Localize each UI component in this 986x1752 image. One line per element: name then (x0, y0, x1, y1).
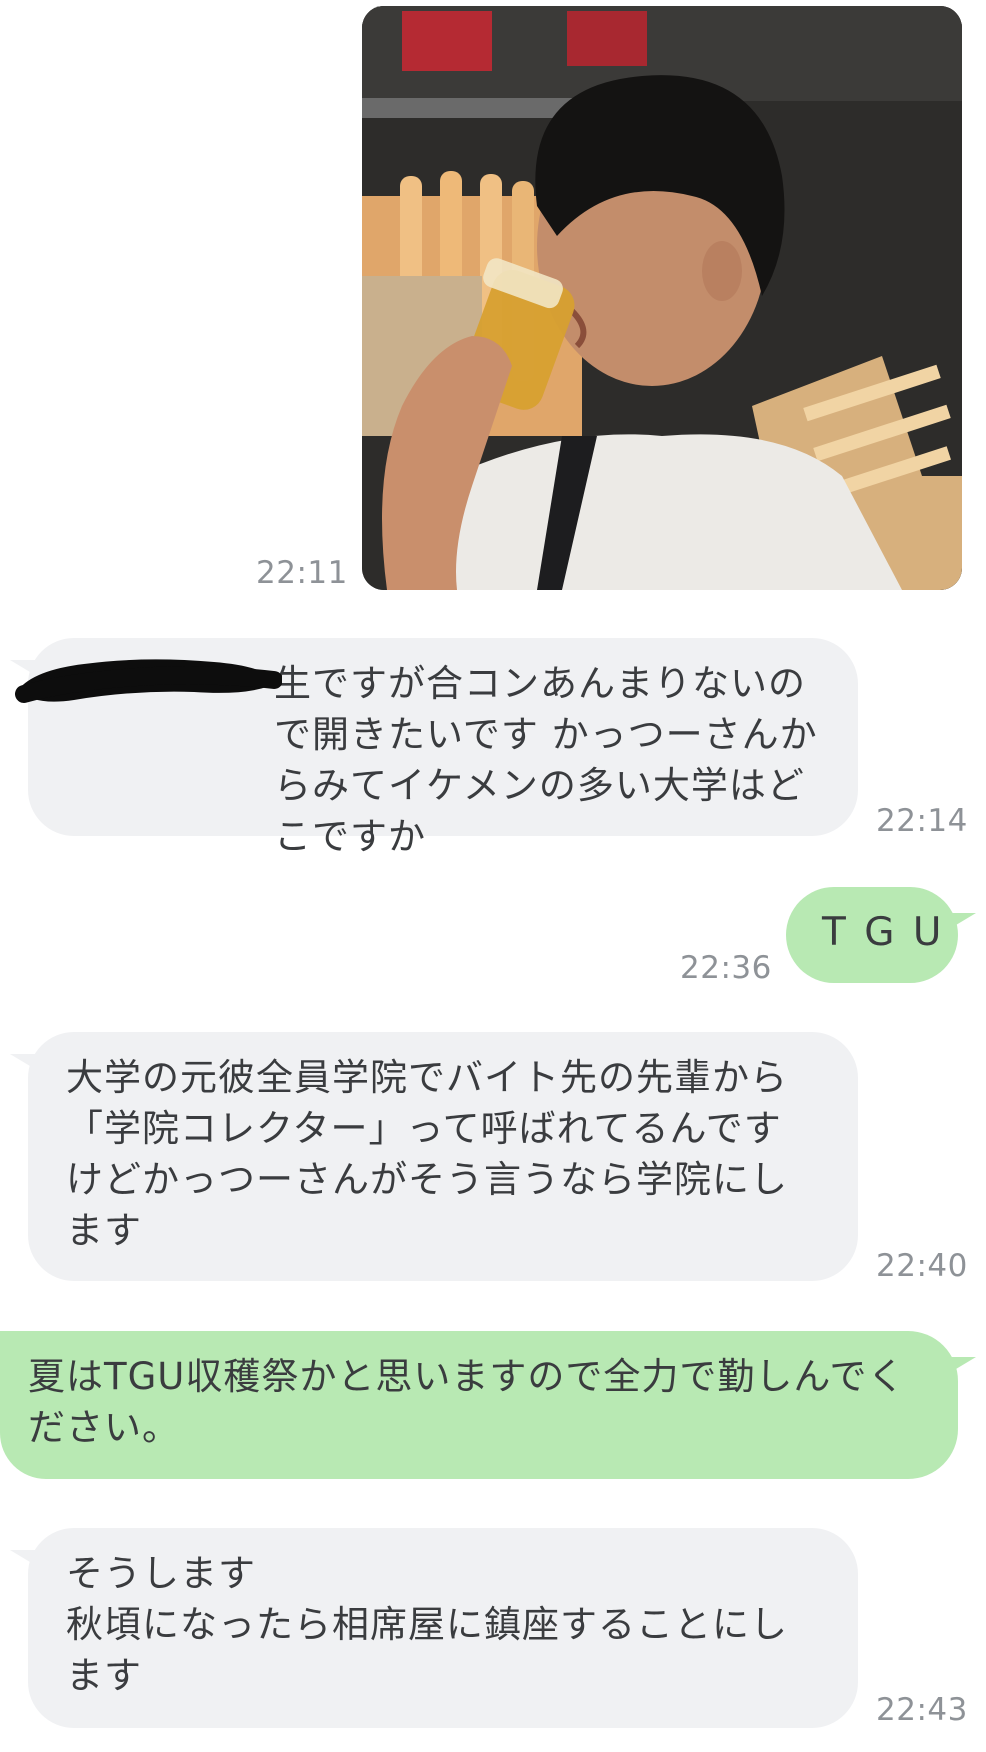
message-text: T G U (822, 910, 945, 955)
redaction-scribble (15, 659, 282, 703)
timestamp: 22:36 (680, 950, 772, 986)
message-photo[interactable] (362, 6, 962, 590)
photo-image (362, 6, 962, 590)
timestamp: 22:43 (876, 1692, 968, 1728)
timestamp: 22:14 (876, 803, 968, 839)
chat-thread: 22:11 生ですが合コンあんまりないので開きたいです かっつーさんからみてイケ… (0, 0, 986, 1752)
incoming-message[interactable]: 大学の元彼全員学院でバイト先の先輩から「学院コレクター」って呼ばれてるんですけど… (10, 1032, 858, 1281)
timestamp: 22:40 (876, 1248, 968, 1284)
outgoing-message[interactable]: T G U (786, 887, 976, 983)
message-text: そうします 秋頃になったら相席屋に鎮座することにします (66, 1552, 788, 1697)
message-text: 夏はTGU収穫祭かと思いますので全力で勤しんでください。 (28, 1355, 906, 1449)
message-text-content: 生ですが合コンあんまりないので開きたいです かっつーさんからみてイケメンの多い大… (274, 662, 818, 858)
timestamp: 22:11 (256, 555, 348, 591)
incoming-message[interactable]: そうします 秋頃になったら相席屋に鎮座することにします (10, 1528, 858, 1728)
message-text: 大学の元彼全員学院でバイト先の先輩から「学院コレクター」って呼ばれてるんですけど… (66, 1056, 788, 1252)
outgoing-message[interactable]: 夏はTGU収穫祭かと思いますので全力で勤しんでください。 (0, 1331, 976, 1479)
